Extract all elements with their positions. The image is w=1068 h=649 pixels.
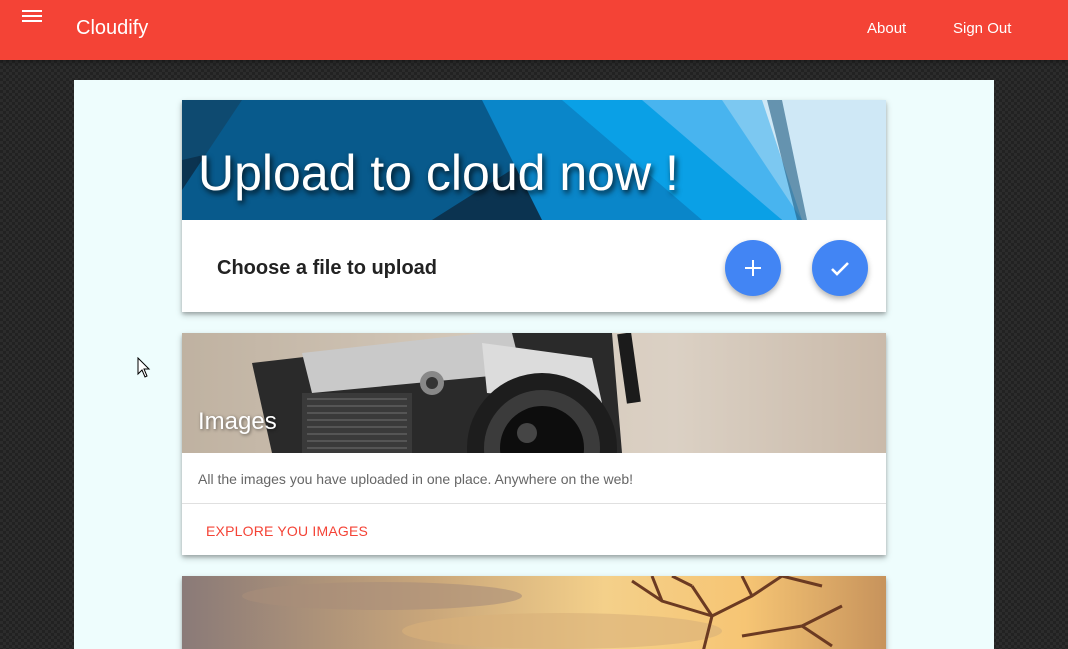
upload-card: Upload to cloud now ! Choose a file to u… — [182, 100, 886, 312]
card-divider — [182, 503, 886, 504]
plus-icon — [745, 260, 761, 276]
images-description: All the images you have uploaded in one … — [198, 471, 634, 487]
check-icon — [831, 262, 849, 276]
top-navbar: Cloudify About Sign Out — [0, 0, 1068, 60]
camera-photo — [182, 333, 886, 453]
add-file-button[interactable] — [725, 240, 781, 296]
brand-title[interactable]: Cloudify — [76, 17, 148, 40]
hamburger-menu-icon[interactable] — [22, 10, 42, 24]
upload-label: Choose a file to upload — [217, 257, 438, 279]
explore-images-link[interactable]: EXPLORE YOU IMAGES — [206, 523, 368, 539]
main-content: Upload to cloud now ! Choose a file to u… — [74, 80, 994, 649]
images-banner-image: Images — [182, 333, 886, 453]
images-title: Images — [198, 408, 277, 435]
upload-banner-image: Upload to cloud now ! — [182, 100, 886, 220]
images-card: Images All the images you have uploaded … — [182, 333, 886, 555]
upload-submit-button[interactable] — [812, 240, 868, 296]
about-link[interactable]: About — [867, 20, 906, 37]
upload-title: Upload to cloud now ! — [198, 145, 679, 201]
mouse-cursor-icon — [137, 357, 151, 378]
sunset-card — [182, 576, 886, 649]
sign-out-link[interactable]: Sign Out — [953, 20, 1011, 37]
sunset-tree-photo — [182, 576, 886, 649]
